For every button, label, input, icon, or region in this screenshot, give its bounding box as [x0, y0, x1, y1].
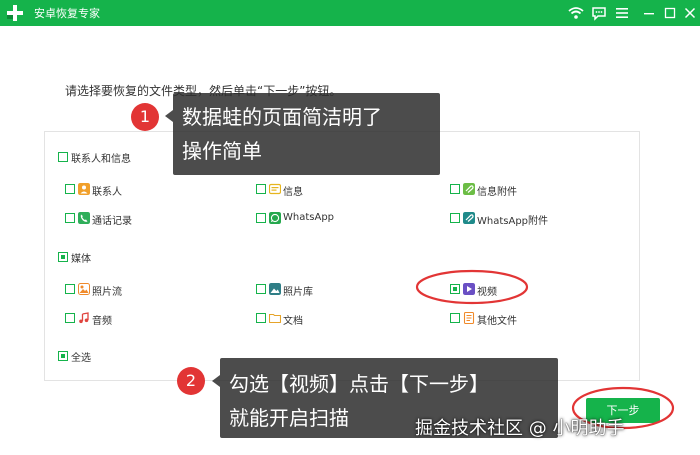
whatsapp-attachment-label: WhatsApp附件	[477, 216, 549, 227]
close-icon[interactable]	[682, 5, 698, 21]
group-media-label: 媒体	[71, 254, 91, 265]
select-all-label: 全选	[71, 353, 91, 364]
photo-library-label: 照片库	[283, 287, 313, 298]
document-label: 文档	[283, 316, 303, 327]
messages-icon	[269, 183, 281, 195]
callout-2-line2: 就能开启扫描	[229, 406, 349, 430]
step-2-badge: 2	[177, 367, 205, 395]
select-all-checkbox[interactable]	[58, 351, 68, 361]
whatsapp-attachment-icon	[463, 212, 475, 224]
video-checkbox[interactable]	[450, 284, 460, 294]
photo-library-icon	[269, 283, 281, 295]
call-log-label: 通话记录	[92, 216, 132, 227]
group-contacts-label: 联系人和信息	[71, 154, 131, 165]
group-media-checkbox[interactable]	[58, 252, 68, 262]
other-files-checkbox[interactable]	[450, 313, 460, 323]
audio-checkbox[interactable]	[65, 313, 75, 323]
document-checkbox[interactable]	[256, 313, 266, 323]
video-icon	[463, 283, 475, 295]
whatsapp-checkbox[interactable]	[256, 213, 266, 223]
step-1-badge: 1	[131, 103, 159, 131]
callout-2-line1: 勾选【视频】点击【下一步】	[229, 372, 489, 396]
maximize-icon[interactable]	[662, 5, 678, 21]
callout-1-line1: 数据蛙的页面简洁明了	[182, 105, 382, 129]
wifi-icon[interactable]	[568, 5, 584, 21]
chat-feedback-icon[interactable]	[591, 5, 607, 21]
whatsapp-icon	[269, 212, 281, 224]
menu-icon[interactable]	[614, 5, 630, 21]
call-log-checkbox[interactable]	[65, 213, 75, 223]
callout-1: 数据蛙的页面简洁明了 操作简单	[173, 93, 440, 175]
callout-1-pointer	[165, 110, 173, 122]
photo-library-checkbox[interactable]	[256, 284, 266, 294]
message-attachment-icon	[463, 183, 475, 195]
group-contacts-checkbox[interactable]	[58, 152, 68, 162]
callout-1-line2: 操作简单	[182, 139, 262, 163]
messages-checkbox[interactable]	[256, 184, 266, 194]
document-folder-icon	[269, 313, 281, 324]
photo-stream-label: 照片流	[92, 287, 122, 298]
message-attachment-checkbox[interactable]	[450, 184, 460, 194]
call-log-icon	[78, 212, 90, 224]
contacts-label: 联系人	[92, 187, 122, 198]
messages-label: 信息	[283, 187, 303, 198]
other-files-label: 其他文件	[477, 316, 517, 327]
contacts-icon	[78, 183, 90, 195]
app-logo-icon	[7, 5, 23, 21]
photo-stream-icon	[78, 283, 90, 295]
whatsapp-attachment-checkbox[interactable]	[450, 213, 460, 223]
watermark: 掘金技术社区 @ 小明助手	[415, 418, 625, 439]
window-title: 安卓恢复专家	[34, 7, 100, 20]
title-bar: 安卓恢复专家	[0, 0, 700, 26]
other-files-icon	[463, 312, 475, 324]
audio-icon	[79, 312, 89, 324]
whatsapp-label: WhatsApp	[283, 212, 335, 223]
photo-stream-checkbox[interactable]	[65, 284, 75, 294]
contacts-checkbox[interactable]	[65, 184, 75, 194]
video-label: 视频	[477, 287, 497, 298]
message-attachment-label: 信息附件	[477, 187, 517, 198]
minimize-icon[interactable]	[641, 5, 657, 21]
audio-label: 音频	[92, 316, 112, 327]
